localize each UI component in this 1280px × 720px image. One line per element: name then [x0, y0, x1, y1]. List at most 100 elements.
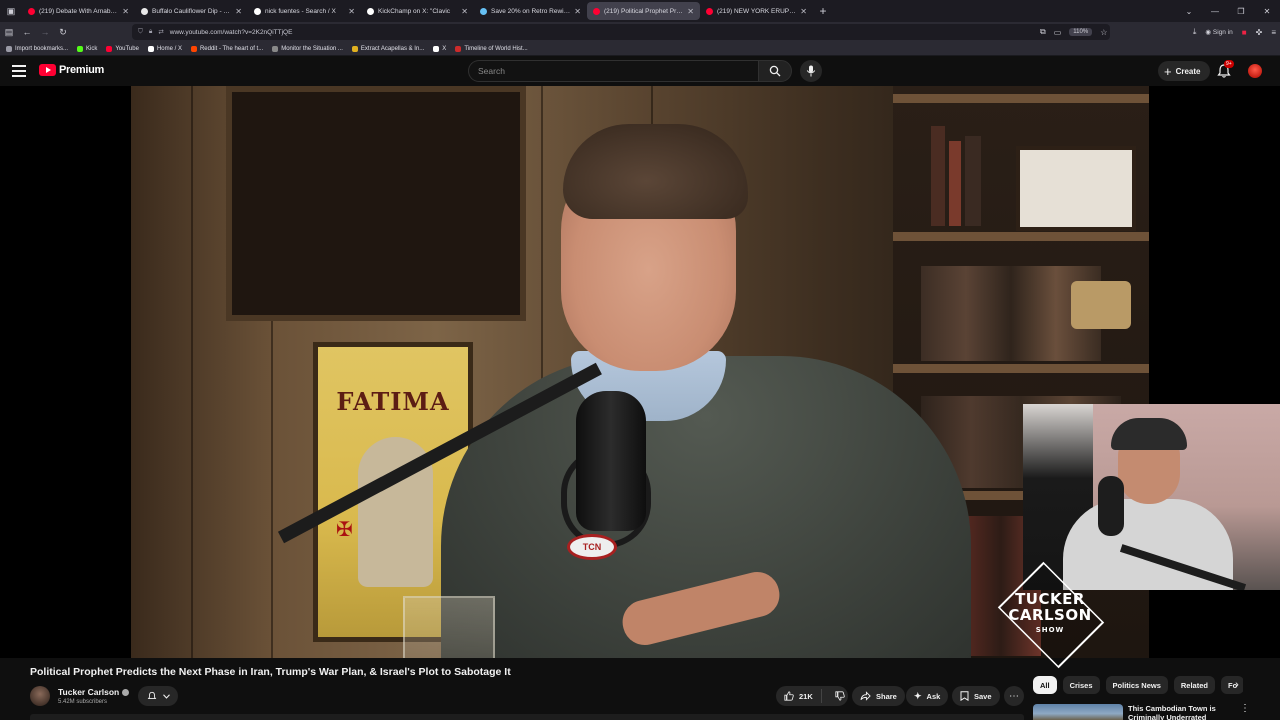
- shield-icon[interactable]: ⛉: [138, 28, 143, 36]
- browser-tab[interactable]: KickChamp on X: "Clavic ✕: [361, 2, 474, 20]
- browser-tab-bar: ▣ (219) Debate With Arnab LIVE:✕Buffalo …: [0, 0, 1280, 22]
- share-label: Share: [876, 691, 897, 701]
- ask-button[interactable]: ✦ Ask: [906, 686, 949, 706]
- browser-nav-bar: ▤ ← → ↻ ⛉ 🔒︎ ⇄ www.youtube.com/watch?v=2…: [0, 22, 1280, 42]
- bookmark-favicon-icon: [106, 45, 113, 52]
- zoom-level[interactable]: 110%: [1069, 28, 1093, 36]
- browser-tab[interactable]: Buffalo Cauliflower Dip - Gimm ✕: [135, 2, 248, 20]
- lock-icon[interactable]: 🔒︎: [149, 28, 152, 36]
- filter-chip[interactable]: Crises: [1062, 676, 1100, 694]
- bookmark-item[interactable]: Kick: [77, 45, 97, 52]
- reader-view-icon[interactable]: ▭: [1054, 28, 1062, 37]
- thumbs-up-icon: [784, 691, 794, 701]
- wall-frame: [226, 86, 526, 321]
- close-window-button[interactable]: ✕: [1254, 7, 1280, 16]
- bookmark-item[interactable]: Monitor the Situation ...: [272, 45, 343, 52]
- recommendation-chips: All Crises Politics News Related Fo: [1033, 676, 1243, 694]
- tab-close-icon[interactable]: ✕: [800, 7, 807, 16]
- channel-name[interactable]: Tucker Carlson: [58, 687, 130, 697]
- voice-search-button[interactable]: [800, 60, 822, 82]
- screenshot-icon[interactable]: ⧉: [1040, 27, 1046, 37]
- account-avatar[interactable]: [1248, 64, 1262, 78]
- more-vertical-icon[interactable]: ⋮: [1240, 703, 1250, 714]
- extensions-puzzle-icon[interactable]: ✜: [1256, 28, 1263, 37]
- chevron-down-icon: [162, 693, 170, 699]
- bookmark-favicon-icon: [77, 45, 84, 52]
- tab-favicon-icon: [480, 7, 487, 15]
- back-button[interactable]: ←: [18, 27, 36, 37]
- signin-label: Sign in: [1212, 29, 1233, 36]
- create-button[interactable]: + Create: [1158, 61, 1210, 81]
- app-menu-icon[interactable]: ≡: [1271, 28, 1276, 37]
- bell-icon: [147, 691, 156, 699]
- bookmark-item[interactable]: Extract Acapellas & In...: [351, 45, 424, 52]
- forward-button[interactable]: →: [36, 27, 54, 37]
- tab-title: (219) Debate With Arnab LIVE:: [39, 7, 118, 15]
- subscriber-count: 5.42M subscribers: [58, 699, 108, 705]
- extension-icon[interactable]: ■: [1242, 28, 1247, 37]
- thumbs-down-icon: [835, 691, 845, 701]
- browser-tab[interactable]: Save 20% on Retro Rewind - Vi✕: [474, 2, 587, 20]
- bookmark-item[interactable]: YouTube: [106, 45, 139, 52]
- filter-chip[interactable]: Politics News: [1105, 676, 1168, 694]
- tab-list-icon[interactable]: ▣: [0, 0, 22, 22]
- browser-tab[interactable]: (219) Debate With Arnab LIVE: ✕: [22, 2, 135, 20]
- permissions-icon[interactable]: ⇄: [158, 28, 163, 36]
- channel-avatar[interactable]: [30, 686, 50, 706]
- url-text[interactable]: www.youtube.com/watch?v=2K2nQiTTjQE: [170, 29, 293, 36]
- plus-icon: +: [1164, 63, 1172, 79]
- recommendation-title[interactable]: This Cambodian Town is Criminally Underr…: [1128, 704, 1228, 720]
- bookmark-favicon-icon: [190, 45, 197, 52]
- downloads-icon[interactable]: ⤓: [1193, 27, 1197, 37]
- tab-overflow-icon[interactable]: ⌄: [1176, 7, 1202, 16]
- search-button[interactable]: [758, 60, 792, 82]
- restore-button[interactable]: ❐: [1228, 7, 1254, 16]
- bookmark-favicon-icon: [351, 45, 358, 52]
- browser-tab[interactable]: nick fuentes - Search / X ✕: [248, 2, 361, 20]
- sidebar-toggle-icon[interactable]: ▤: [0, 27, 18, 38]
- tab-title: Buffalo Cauliflower Dip - Gimm: [152, 7, 231, 15]
- like-button[interactable]: 21K: [776, 689, 822, 703]
- more-actions-button[interactable]: ⋯: [1004, 686, 1024, 706]
- new-tab-button[interactable]: +: [813, 4, 833, 18]
- tab-close-icon[interactable]: ✕: [461, 7, 468, 16]
- tab-title: (219) NEW YORK ERUPTS: Prote: [717, 7, 796, 15]
- video-player[interactable]: FATIMA ✠ TCN TUCKER CARLSON SHOW: [0, 86, 1280, 669]
- tab-close-icon[interactable]: ✕: [574, 7, 581, 16]
- tab-title: KickChamp on X: "Clavic: [378, 7, 451, 15]
- tab-close-icon[interactable]: ✕: [235, 7, 242, 16]
- tab-title: (219) Political Prophet Pred: [604, 7, 684, 15]
- youtube-masthead: Premium + Create 9+: [0, 56, 1280, 86]
- tab-favicon-icon: [28, 7, 35, 15]
- reload-button[interactable]: ↻: [54, 27, 72, 38]
- recommendation-thumbnail[interactable]: [1033, 704, 1123, 720]
- dislike-button[interactable]: [827, 691, 853, 701]
- chevron-right-icon[interactable]: ›: [1230, 676, 1244, 694]
- bookmark-item[interactable]: X: [433, 45, 446, 52]
- tab-close-icon[interactable]: ✕: [122, 7, 129, 16]
- youtube-logo[interactable]: Premium: [39, 64, 104, 76]
- account-signin[interactable]: ◉ Sign in: [1205, 28, 1232, 36]
- search-input[interactable]: [478, 66, 760, 76]
- filter-chip[interactable]: All: [1033, 676, 1057, 694]
- address-bar[interactable]: ⛉ 🔒︎ ⇄ www.youtube.com/watch?v=2K2nQiTTj…: [132, 24, 1110, 40]
- browser-tab[interactable]: (219) Political Prophet Pred ✕: [587, 2, 700, 20]
- guide-menu-icon[interactable]: [12, 65, 26, 77]
- filter-chip[interactable]: Related: [1173, 676, 1215, 694]
- tab-close-icon[interactable]: ✕: [687, 7, 694, 16]
- save-button[interactable]: Save: [952, 686, 1000, 706]
- bookmark-star-icon[interactable]: ☆: [1100, 28, 1107, 37]
- save-label: Save: [974, 691, 992, 701]
- bookmark-item[interactable]: Reddit - The heart of t...: [190, 45, 263, 52]
- bookmark-item[interactable]: Import bookmarks...: [6, 45, 68, 52]
- subscription-bell-button[interactable]: [138, 686, 178, 706]
- tab-close-icon[interactable]: ✕: [348, 7, 355, 16]
- video-frame[interactable]: FATIMA ✠ TCN: [131, 86, 1149, 658]
- browser-tab[interactable]: (219) NEW YORK ERUPTS: Prote ✕: [700, 2, 813, 20]
- share-button[interactable]: Share: [852, 686, 905, 706]
- shelf-photo: [1016, 146, 1136, 231]
- tab-title: nick fuentes - Search / X: [265, 7, 336, 15]
- bookmark-item[interactable]: Home / X: [147, 45, 182, 52]
- bookmark-item[interactable]: Timeline of World Hist...: [455, 45, 528, 52]
- minimize-button[interactable]: —: [1202, 7, 1228, 16]
